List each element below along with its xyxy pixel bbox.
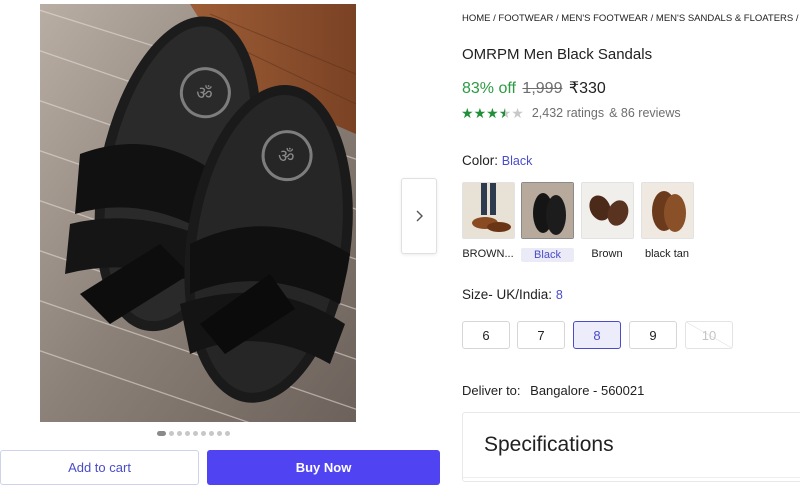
deliver-label: Deliver to: — [462, 383, 521, 398]
swatch-image — [522, 183, 573, 238]
star-icon: ★ — [511, 105, 524, 121]
product-title: OMRPM Men Black Sandals — [462, 46, 653, 63]
selected-color: Black — [501, 154, 533, 168]
gallery-dots — [157, 431, 230, 436]
color-swatch-brown-1[interactable] — [462, 182, 515, 239]
breadcrumb[interactable]: HOME / FOOTWEAR / MEN'S FOOTWEAR / MEN'S… — [462, 13, 800, 24]
star-icon: ★ — [461, 105, 474, 121]
color-option-label: BROWN... — [462, 248, 514, 260]
mrp-price: 1,999 — [522, 80, 563, 97]
delivery-location[interactable]: Bangalore - 560021 — [530, 383, 644, 398]
ratings-count: 2,432 ratings — [531, 106, 605, 120]
sandal-photo: ॐ ॐ — [40, 4, 356, 422]
star-icon: ★ — [498, 105, 512, 121]
gallery-dot[interactable] — [209, 431, 214, 436]
buy-now-button[interactable]: Buy Now — [207, 450, 440, 485]
next-image-button[interactable] — [401, 178, 437, 254]
color-option-label: black tan — [644, 248, 690, 260]
swatch-image — [463, 183, 514, 238]
product-image[interactable]: ॐ ॐ — [40, 4, 356, 422]
specifications-title: Specifications — [484, 433, 614, 456]
color-label-text: Color: — [462, 153, 499, 168]
rating-row[interactable]: ★ ★ ★ ★ ★ 2,432 ratings & 86 reviews — [461, 106, 681, 120]
gallery-dot[interactable] — [185, 431, 190, 436]
gallery-dot[interactable] — [201, 431, 206, 436]
star-icon: ★ — [486, 105, 499, 121]
size-option-8[interactable]: 8 — [573, 321, 621, 349]
color-option-label: Black — [521, 248, 574, 262]
color-label: Color: Black — [462, 153, 532, 168]
reviews-count: & 86 reviews — [609, 106, 681, 120]
color-swatch-brown[interactable] — [581, 182, 634, 239]
gallery-dot[interactable] — [157, 431, 166, 436]
rating-stars: ★ ★ ★ ★ ★ — [461, 106, 524, 120]
size-option-7[interactable]: 7 — [517, 321, 565, 349]
gallery-dot[interactable] — [177, 431, 182, 436]
add-to-cart-button[interactable]: Add to cart — [0, 450, 199, 485]
size-option-10: 10 — [685, 321, 733, 349]
selling-price: ₹330 — [568, 80, 606, 97]
delivery-info[interactable]: Deliver to: Bangalore - 560021 — [462, 383, 644, 398]
gallery-dot[interactable] — [169, 431, 174, 436]
size-option-6[interactable]: 6 — [462, 321, 510, 349]
discount-label: 83% off — [462, 80, 516, 97]
swatch-image — [582, 183, 633, 238]
size-label-text: Size- UK/India: — [462, 287, 553, 302]
chevron-right-icon — [416, 210, 423, 222]
color-swatch-black[interactable] — [521, 182, 574, 239]
svg-text:ॐ: ॐ — [276, 145, 295, 168]
size-label: Size- UK/India: 8 — [462, 287, 563, 302]
color-swatch-black-tan[interactable] — [641, 182, 694, 239]
gallery-dot[interactable] — [217, 431, 222, 436]
gallery-dot[interactable] — [193, 431, 198, 436]
selected-size: 8 — [555, 288, 563, 302]
swatch-image — [642, 183, 693, 238]
specifications-card: Specifications — [462, 412, 800, 482]
gallery-dot[interactable] — [225, 431, 230, 436]
star-icon: ★ — [473, 105, 487, 121]
price-row: 83% off 1,999 ₹330 — [462, 78, 606, 98]
size-option-9[interactable]: 9 — [629, 321, 677, 349]
divider — [463, 477, 800, 478]
